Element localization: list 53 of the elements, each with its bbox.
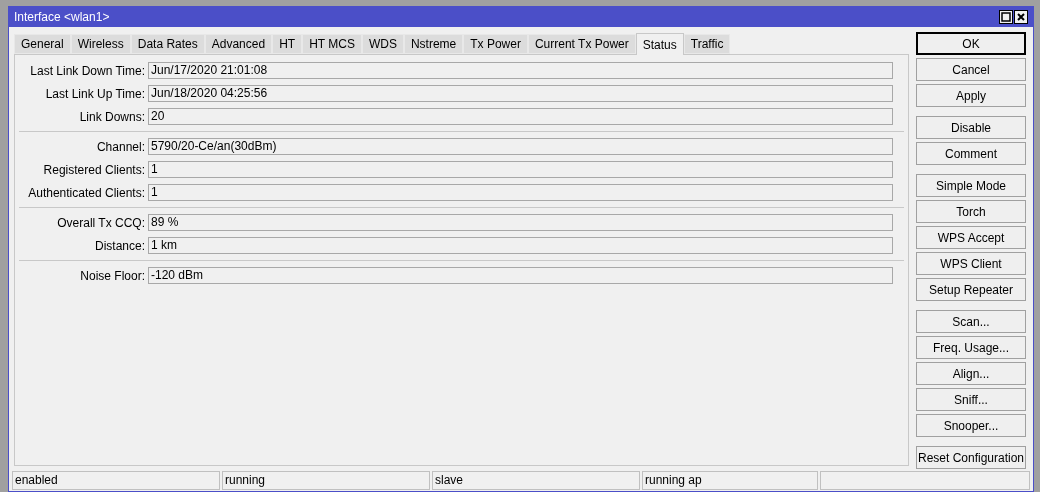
status-cell: running	[222, 471, 430, 490]
field-label: Registered Clients:	[42, 161, 146, 179]
field-label: Link Downs:	[78, 108, 146, 126]
readonly-field[interactable]: 1	[148, 161, 893, 178]
field-label: Noise Floor:	[79, 267, 146, 285]
dialog-button[interactable]: Snooper...	[916, 414, 1026, 437]
tab[interactable]: Tx Power	[463, 34, 528, 54]
field-label: Last Link Down Time:	[29, 62, 146, 80]
dialog-button[interactable]: Torch	[916, 200, 1026, 223]
readonly-field[interactable]: Jun/18/2020 04:25:56	[148, 85, 893, 102]
dialog-button[interactable]: Sniff...	[916, 388, 1026, 411]
readonly-field[interactable]: 89 %	[148, 214, 893, 231]
dialog-button[interactable]: Freq. Usage...	[916, 336, 1026, 359]
tab[interactable]: Data Rates	[130, 34, 205, 54]
tab[interactable]: Nstreme	[403, 34, 464, 54]
tab[interactable]: Status	[635, 33, 684, 55]
dialog-button[interactable]: Disable	[916, 116, 1026, 139]
dialog-button[interactable]: Apply	[916, 84, 1026, 107]
dialog-button[interactable]: OK	[916, 32, 1026, 55]
dialog-button[interactable]: Setup Repeater	[916, 278, 1026, 301]
status-cell: slave	[432, 471, 640, 490]
dialog-button[interactable]: Scan...	[916, 310, 1026, 333]
dialog-button[interactable]: WPS Client	[916, 252, 1026, 275]
field-label: Overall Tx CCQ:	[56, 214, 146, 232]
close-icon[interactable]	[1014, 10, 1028, 24]
tab[interactable]: Current Tx Power	[527, 34, 636, 54]
status-cell: running ap	[642, 471, 818, 490]
field-label: Channel:	[95, 138, 146, 156]
dialog-button[interactable]: WPS Accept	[916, 226, 1026, 249]
dialog-button[interactable]: Cancel	[916, 58, 1026, 81]
maximize-icon[interactable]	[999, 10, 1013, 24]
tab[interactable]: HT	[272, 34, 303, 54]
dialog-button[interactable]: Comment	[916, 142, 1026, 165]
field-label: Distance:	[93, 237, 146, 255]
readonly-field[interactable]: -120 dBm	[148, 267, 893, 284]
dialog-button[interactable]: Simple Mode	[916, 174, 1026, 197]
readonly-field[interactable]: Jun/17/2020 21:01:08	[148, 62, 893, 79]
tab[interactable]: WDS	[361, 34, 404, 54]
dialog-button[interactable]: Align...	[916, 362, 1026, 385]
window-title: Interface <wlan1>	[14, 9, 110, 26]
dialog-button[interactable]: Reset Configuration	[916, 446, 1026, 469]
tab[interactable]: Wireless	[70, 34, 131, 54]
readonly-field[interactable]: 1	[148, 184, 893, 201]
tab[interactable]: General	[14, 34, 71, 54]
readonly-field[interactable]: 5790/20-Ce/an(30dBm)	[148, 138, 893, 155]
tab[interactable]: Advanced	[204, 34, 273, 54]
field-label: Authenticated Clients:	[27, 184, 146, 202]
tab[interactable]: HT MCS	[302, 34, 362, 54]
tab[interactable]: Traffic	[683, 34, 731, 54]
field-label: Last Link Up Time:	[44, 85, 146, 103]
readonly-field[interactable]: 20	[148, 108, 893, 125]
readonly-field[interactable]: 1 km	[148, 237, 893, 254]
status-cell: enabled	[12, 471, 220, 490]
